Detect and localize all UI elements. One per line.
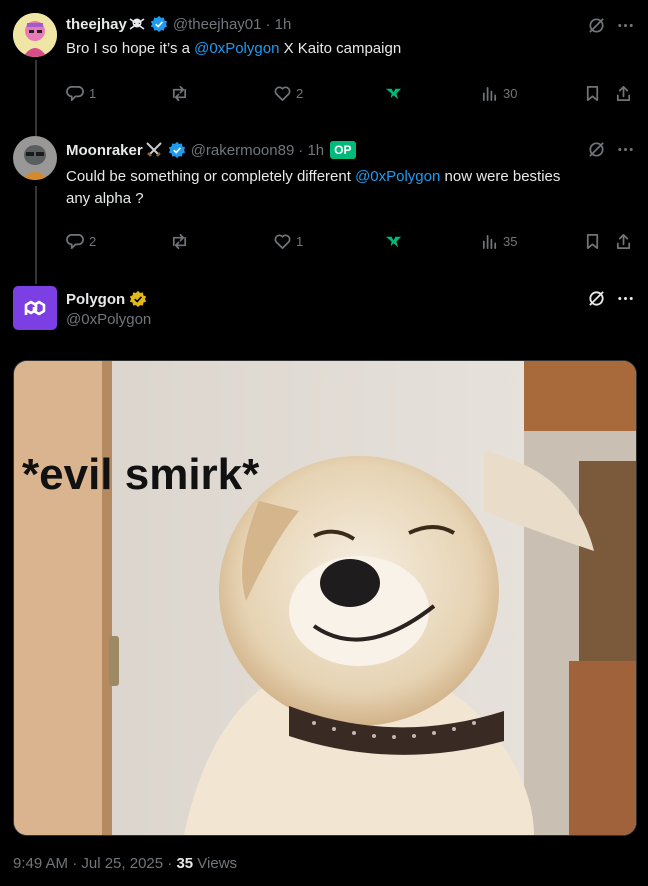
- display-name[interactable]: theejhay: [66, 16, 127, 33]
- image-caption: *evil smirk*: [22, 450, 260, 499]
- retweet-button[interactable]: [170, 232, 189, 251]
- reply-count: 2: [89, 234, 97, 249]
- display-name[interactable]: Polygon: [66, 291, 125, 308]
- more-options-icon[interactable]: [616, 16, 635, 40]
- tweet-text-part: Bro I so hope it’s a: [66, 40, 195, 57]
- tweet-text: Bro I so hope it’s a @0xPolygon X Kaito …: [66, 38, 401, 60]
- verified-gold-badge-icon: [129, 290, 147, 308]
- view-count: 35: [503, 234, 518, 249]
- smirking-dog-image: *evil smirk*: [14, 361, 636, 835]
- handle[interactable]: @0xPolygon: [66, 311, 151, 328]
- tip-icon[interactable]: [384, 84, 403, 103]
- more-options-icon[interactable]: [616, 289, 635, 313]
- avatar[interactable]: [13, 136, 57, 180]
- views-count: 35: [176, 855, 194, 872]
- like-count: 1: [296, 234, 304, 249]
- like-count: 2: [296, 86, 304, 101]
- crossed-swords-icon: [145, 142, 162, 157]
- bookmark-button[interactable]: [583, 232, 602, 251]
- verified-badge-icon: [150, 15, 168, 33]
- tweet-text-part: now were besties: [440, 168, 561, 185]
- tip-icon[interactable]: [384, 232, 403, 251]
- tweet-text-line: any alpha ?: [66, 190, 144, 207]
- post-timestamp[interactable]: 9:49 AM · Jul 25, 2025 ·: [13, 855, 176, 872]
- reply-count: 1: [89, 86, 97, 101]
- share-button[interactable]: [614, 84, 633, 103]
- views-button[interactable]: 30: [480, 84, 517, 103]
- tweet-text-part: Could be something or completely differe…: [66, 168, 356, 185]
- grok-icon[interactable]: [587, 289, 606, 313]
- mention-link[interactable]: @0xPolygon: [194, 40, 279, 57]
- tweet-text-part: X Kaito campaign: [279, 40, 402, 57]
- reply-button[interactable]: 2: [66, 232, 96, 251]
- skull-crossbones-icon: [129, 18, 145, 30]
- display-name[interactable]: Moonraker: [66, 142, 143, 159]
- main-tweet-header: Polygon: [66, 288, 147, 310]
- op-badge: OP: [330, 141, 356, 159]
- view-count: 30: [503, 86, 518, 101]
- polygon-logo-icon: [24, 300, 46, 316]
- more-options-icon[interactable]: [616, 140, 635, 164]
- retweet-button[interactable]: [170, 84, 189, 103]
- like-button[interactable]: 2: [273, 84, 303, 103]
- avatar[interactable]: [13, 13, 57, 57]
- verified-badge-icon: [168, 141, 185, 159]
- tweet2-header: Moonraker @rakermoon89 · 1h OP: [66, 139, 356, 161]
- tweet-meta: 9:49 AM · Jul 25, 2025 · 35 Views: [13, 855, 237, 872]
- tweet-text: Could be something or completely differe…: [66, 166, 636, 210]
- timestamp[interactable]: · 1h: [298, 142, 324, 159]
- timestamp[interactable]: · 1h: [265, 16, 291, 33]
- share-button[interactable]: [614, 232, 633, 251]
- tweet-media-image[interactable]: *evil smirk*: [13, 360, 637, 836]
- bookmark-button[interactable]: [583, 84, 602, 103]
- views-button[interactable]: 35: [480, 232, 517, 251]
- polygon-avatar[interactable]: [13, 286, 57, 330]
- like-button[interactable]: 1: [273, 232, 303, 251]
- thread-connector: [35, 186, 37, 284]
- thread-connector: [35, 60, 37, 136]
- reply-button[interactable]: 1: [66, 84, 96, 103]
- mention-link[interactable]: @0xPolygon: [355, 168, 440, 185]
- grok-icon[interactable]: [587, 140, 606, 164]
- views-label: Views: [193, 855, 238, 872]
- handle[interactable]: @theejhay01: [173, 16, 262, 33]
- grok-icon[interactable]: [587, 16, 606, 40]
- tweet1-header: theejhay @theejhay01 · 1h: [66, 13, 291, 35]
- handle[interactable]: @rakermoon89: [191, 142, 295, 159]
